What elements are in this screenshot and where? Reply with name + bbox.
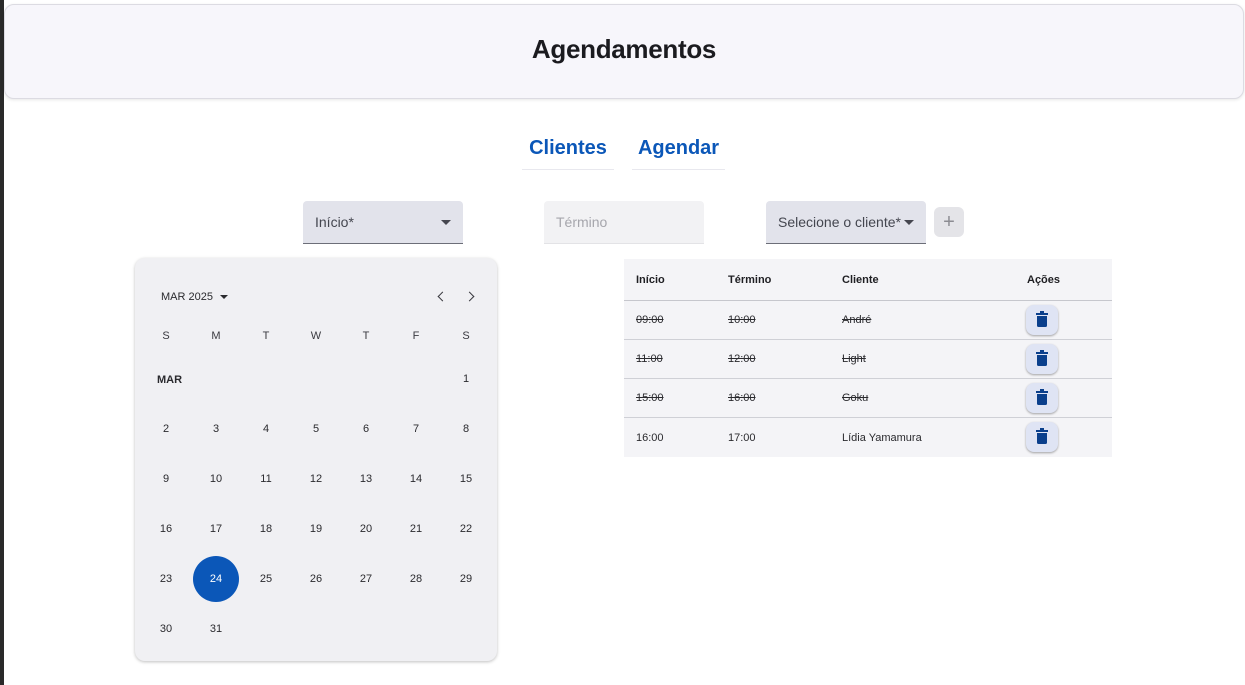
cell-start: 16:00 xyxy=(636,431,664,444)
calendar-day[interactable]: 6 xyxy=(343,406,389,452)
calendar-day[interactable]: 15 xyxy=(443,456,489,502)
calendar-day[interactable]: 16 xyxy=(143,506,189,552)
calendar-day[interactable]: 3 xyxy=(193,406,239,452)
cell-client: Lídia Yamamura xyxy=(842,431,922,444)
weekday-label: W xyxy=(310,330,322,342)
weekday-label: S xyxy=(162,330,170,342)
trash-icon xyxy=(1036,350,1048,366)
date-calendar: MAR 2025 SMTWTFS MAR 1 2 3 4 5 6 7 8 9 10 11 12 13 14… xyxy=(135,258,497,661)
end-time-field: Término xyxy=(544,201,704,244)
calendar-day[interactable]: 31 xyxy=(193,606,239,652)
start-time-select[interactable]: Início* xyxy=(303,201,463,244)
calendar-day[interactable]: 10 xyxy=(193,456,239,502)
start-time-label: Início* xyxy=(315,214,354,230)
plus-icon: + xyxy=(943,210,955,233)
calendar-day[interactable]: 27 xyxy=(343,556,389,602)
page-title: Agendamentos xyxy=(531,34,717,64)
calendar-day[interactable]: 19 xyxy=(293,506,339,552)
delete-appointment-button[interactable] xyxy=(1026,344,1058,374)
calendar-day[interactable]: 17 xyxy=(193,506,239,552)
trash-icon xyxy=(1036,311,1048,327)
month-year-switcher[interactable]: MAR 2025 xyxy=(161,291,228,303)
weekday-label: F xyxy=(412,330,420,342)
calendar-day[interactable]: 30 xyxy=(143,606,189,652)
calendar-day[interactable]: 2 xyxy=(143,406,189,452)
cell-end: 16:00 xyxy=(728,392,756,404)
calendar-day[interactable]: 12 xyxy=(293,456,339,502)
calendar-day[interactable]: 22 xyxy=(443,506,489,552)
cell-client: André xyxy=(842,314,872,326)
month-year-label: MAR 2025 xyxy=(161,291,213,303)
appointments-table: Início Término Cliente Ações 09:00 10:00 A… xyxy=(624,259,1112,457)
trash-icon xyxy=(1036,428,1048,444)
client-select[interactable]: Selecione o cliente* xyxy=(766,201,926,244)
caret-down-icon xyxy=(441,220,451,225)
calendar-month-label: MAR xyxy=(157,374,183,386)
cell-start: 15:00 xyxy=(636,392,664,404)
weekday-label: T xyxy=(362,330,370,342)
table-row: 11:00 12:00 Light xyxy=(624,340,1112,379)
weekday-label: T xyxy=(262,330,270,342)
selected-day[interactable]: 24 xyxy=(193,556,239,602)
cell-end: 10:00 xyxy=(728,314,756,326)
calendar-day[interactable]: 28 xyxy=(393,556,439,602)
end-time-placeholder: Término xyxy=(556,214,608,230)
calendar-day[interactable]: 5 xyxy=(293,406,339,452)
calendar-day[interactable]: 26 xyxy=(293,556,339,602)
weekday-label: M xyxy=(211,330,221,342)
table-header-row: Início Término Cliente Ações xyxy=(624,259,1112,301)
table-row: 15:00 16:00 Goku xyxy=(624,379,1112,418)
cell-client: Goku xyxy=(842,392,869,404)
nav-clients-button[interactable]: Clientes xyxy=(522,128,614,170)
chevron-left-icon xyxy=(437,291,448,301)
delete-appointment-button[interactable] xyxy=(1026,422,1058,452)
weekday-label: S xyxy=(462,330,470,342)
delete-appointment-button[interactable] xyxy=(1026,383,1058,413)
delete-appointment-button[interactable] xyxy=(1026,305,1058,335)
calendar-day[interactable]: 7 xyxy=(393,406,439,452)
header-end: Término xyxy=(728,273,772,286)
calendar-day[interactable]: 18 xyxy=(243,506,289,552)
next-month-button[interactable] xyxy=(463,288,479,304)
calendar-day[interactable]: 4 xyxy=(243,406,289,452)
chevron-right-icon xyxy=(464,291,475,301)
cell-start: 11:00 xyxy=(636,353,663,365)
app-header: Agendamentos xyxy=(4,4,1244,99)
calendar-day[interactable]: 25 xyxy=(243,556,289,602)
client-select-label: Selecione o cliente* xyxy=(778,214,901,230)
table-row: 09:00 10:00 André xyxy=(624,301,1112,340)
cell-start: 09:00 xyxy=(636,314,664,326)
table-body: 09:00 10:00 André 11:00 12:00 Light 15:00 16:00… xyxy=(624,301,1112,457)
header-client: Cliente xyxy=(842,273,879,286)
cell-end: 17:00 xyxy=(728,431,756,444)
calendar-day[interactable]: 29 xyxy=(443,556,489,602)
cell-end: 12:00 xyxy=(728,353,756,365)
cell-client: Light xyxy=(842,353,866,365)
main-nav: Clientes Agendar xyxy=(0,128,1245,172)
table-row: 16:00 17:00 Lídia Yamamura xyxy=(624,418,1112,457)
prev-month-button[interactable] xyxy=(433,288,449,304)
caret-down-icon xyxy=(219,295,228,299)
calendar-day[interactable]: 14 xyxy=(393,456,439,502)
caret-down-icon xyxy=(904,220,914,225)
calendar-day[interactable]: 11 xyxy=(243,456,289,502)
calendar-day[interactable]: 21 xyxy=(393,506,439,552)
add-appointment-button[interactable]: + xyxy=(934,207,964,237)
calendar-day[interactable]: 1 xyxy=(443,356,489,402)
calendar-day[interactable]: 20 xyxy=(343,506,389,552)
header-start: Início xyxy=(636,273,665,286)
window-edge xyxy=(0,0,4,685)
calendar-day[interactable]: 8 xyxy=(443,406,489,452)
header-actions: Ações xyxy=(1027,273,1061,286)
nav-schedule-button[interactable]: Agendar xyxy=(632,128,725,170)
trash-icon xyxy=(1036,389,1048,405)
calendar-day[interactable]: 23 xyxy=(143,556,189,602)
calendar-day[interactable]: 13 xyxy=(343,456,389,502)
calendar-day[interactable]: 9 xyxy=(143,456,189,502)
